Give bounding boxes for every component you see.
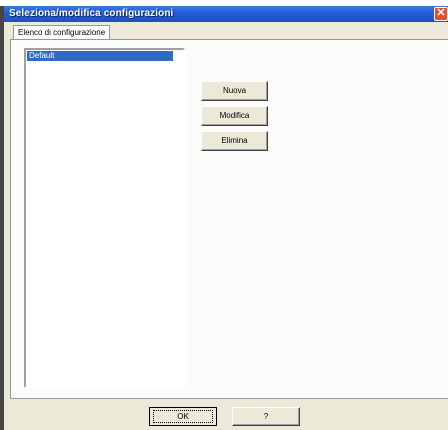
new-button[interactable]: Nuova xyxy=(201,81,268,101)
tab-label: Elenco di configurazione xyxy=(18,28,106,37)
help-button-label: ? xyxy=(263,412,269,421)
window-title: Seleziona/modifica configurazioni xyxy=(9,8,174,19)
dialog-footer: OK ? xyxy=(4,399,448,430)
delete-button[interactable]: Elimina xyxy=(201,131,268,151)
title-bar[interactable]: Seleziona/modifica configurazioni ✕ xyxy=(4,6,448,22)
config-dialog: Seleziona/modifica configurazioni ✕ Elen… xyxy=(4,6,448,430)
help-button[interactable]: ? xyxy=(232,407,300,426)
delete-button-label: Elimina xyxy=(221,136,248,145)
list-item-label: Default xyxy=(29,51,55,60)
ok-button[interactable]: OK xyxy=(149,407,217,426)
list-item[interactable]: Default xyxy=(27,51,173,61)
configuration-listbox[interactable]: Default xyxy=(24,48,185,388)
close-button[interactable]: ✕ xyxy=(434,7,448,21)
tab-configuration-list[interactable]: Elenco di configurazione xyxy=(13,25,111,39)
new-button-label: Nuova xyxy=(222,86,247,95)
ok-button-label: OK xyxy=(177,412,189,421)
edit-button[interactable]: Modifica xyxy=(201,106,268,126)
close-icon: ✕ xyxy=(436,7,446,19)
edit-button-label: Modifica xyxy=(219,111,250,120)
